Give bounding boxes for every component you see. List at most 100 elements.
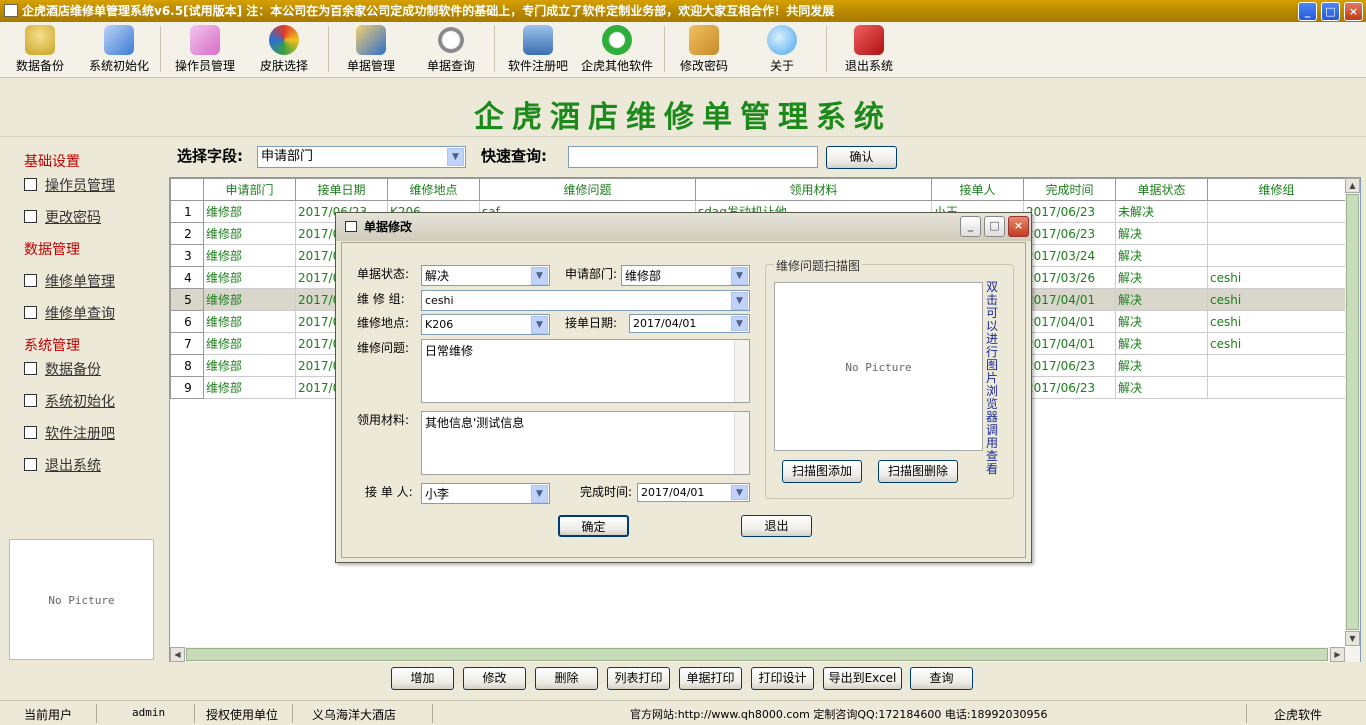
table-cell[interactable]	[1207, 222, 1346, 245]
dialog-exit-button[interactable]: 退出	[741, 515, 812, 537]
table-cell[interactable]: 解决	[1115, 354, 1208, 377]
close-button[interactable]: ×	[1344, 2, 1363, 21]
group-select[interactable]: ceshi ▼	[421, 290, 750, 311]
column-header[interactable]: 领用材料	[695, 178, 932, 201]
column-header[interactable]: 完成时间	[1023, 178, 1116, 201]
table-cell[interactable]: 2017/06/23	[1023, 200, 1116, 223]
table-cell[interactable]: 2017/06/23	[1023, 354, 1116, 377]
toolbar-backup-button[interactable]: 数据备份	[12, 25, 68, 75]
table-cell[interactable]: 解决	[1115, 310, 1208, 333]
print-design-button[interactable]: 打印设计	[751, 667, 814, 690]
toolbar-init-button[interactable]: 系统初始化	[86, 25, 152, 75]
table-cell[interactable]	[1207, 354, 1346, 377]
status-select[interactable]: 解决 ▼	[421, 265, 550, 286]
sidebar-item-backup[interactable]: 数据备份	[24, 359, 101, 379]
table-cell[interactable]: 维修部	[203, 310, 296, 333]
scroll-thumb[interactable]	[1346, 194, 1359, 630]
sidebar-item-exit[interactable]: 退出系统	[24, 455, 101, 475]
table-cell[interactable]: 解决	[1115, 222, 1208, 245]
column-header[interactable]: 接单人	[931, 178, 1024, 201]
scan-add-button[interactable]: 扫描图添加	[782, 460, 862, 483]
table-cell[interactable]: 2017/06/23	[1023, 222, 1116, 245]
table-cell[interactable]: ceshi	[1207, 310, 1346, 333]
location-select[interactable]: K206 ▼	[421, 314, 550, 335]
table-cell[interactable]: 维修部	[203, 266, 296, 289]
dialog-minimize-icon[interactable]: _	[960, 216, 981, 237]
query-button[interactable]: 查询	[910, 667, 973, 690]
table-cell[interactable]: 2017/04/01	[1023, 332, 1116, 355]
textarea-scrollbar[interactable]	[734, 412, 749, 474]
ok-button[interactable]: 确定	[558, 515, 629, 537]
table-cell[interactable]	[1207, 376, 1346, 399]
toolbar-password-button[interactable]: 修改密码	[676, 25, 732, 75]
table-cell[interactable]: 未解决	[1115, 200, 1208, 223]
maximize-button[interactable]: □	[1321, 2, 1340, 21]
dialog-maximize-icon[interactable]: □	[984, 216, 1005, 237]
textarea-scrollbar[interactable]	[734, 340, 749, 402]
table-cell[interactable]	[1207, 244, 1346, 267]
toolbar-other-software-button[interactable]: 企虎其他软件	[578, 25, 656, 75]
material-textarea[interactable]: 其他信息'测试信息	[421, 411, 750, 475]
toolbar-operator-button[interactable]: 操作员管理	[172, 25, 238, 75]
dialog-close-icon[interactable]: ×	[1008, 216, 1029, 237]
table-cell[interactable]: 维修部	[203, 354, 296, 377]
scroll-right-icon[interactable]: ▶	[1330, 647, 1345, 662]
date-picker[interactable]: 2017/04/01 ▼	[629, 314, 750, 333]
delete-button[interactable]: 删除	[535, 667, 598, 690]
list-print-button[interactable]: 列表打印	[607, 667, 670, 690]
table-cell[interactable]: 维修部	[203, 376, 296, 399]
table-cell[interactable]: 2017/06/23	[1023, 376, 1116, 399]
column-header[interactable]: 维修问题	[479, 178, 696, 201]
table-cell[interactable]: ceshi	[1207, 266, 1346, 289]
field-select[interactable]: 申请部门 ▼	[257, 146, 466, 168]
toolbar-register-button[interactable]: 软件注册吧	[504, 25, 572, 75]
scan-delete-button[interactable]: 扫描图删除	[878, 460, 958, 483]
sidebar-item-repair-manage[interactable]: 维修单管理	[24, 271, 115, 291]
confirm-button[interactable]: 确认	[826, 146, 897, 169]
table-cell[interactable]: 维修部	[203, 200, 296, 223]
minimize-button[interactable]: _	[1298, 2, 1317, 21]
table-cell[interactable]	[1207, 200, 1346, 223]
column-header[interactable]: 维修组	[1207, 178, 1346, 201]
toolbar-bills-button[interactable]: 单据管理	[342, 25, 400, 75]
receiver-select[interactable]: 小李 ▼	[421, 483, 550, 504]
table-cell[interactable]: 维修部	[203, 332, 296, 355]
column-header[interactable]: 单据状态	[1115, 178, 1208, 201]
scan-image-preview[interactable]: No Picture	[774, 282, 983, 451]
table-cell[interactable]: ceshi	[1207, 288, 1346, 311]
table-cell[interactable]: 解决	[1115, 266, 1208, 289]
finish-date-picker[interactable]: 2017/04/01 ▼	[637, 483, 750, 502]
column-header[interactable]: 维修地点	[387, 178, 480, 201]
bill-print-button[interactable]: 单据打印	[679, 667, 742, 690]
export-excel-button[interactable]: 导出到Excel	[823, 667, 902, 690]
toolbar-query-button[interactable]: 单据查询	[422, 25, 480, 75]
issue-textarea[interactable]: 日常维修	[421, 339, 750, 403]
sidebar-item-operator[interactable]: 操作员管理	[24, 175, 115, 195]
scroll-thumb[interactable]	[186, 648, 1328, 661]
table-cell[interactable]: 2017/04/01	[1023, 310, 1116, 333]
table-cell[interactable]: 2017/03/26	[1023, 266, 1116, 289]
table-cell[interactable]: 解决	[1115, 376, 1208, 399]
dept-select[interactable]: 维修部 ▼	[621, 265, 750, 286]
table-cell[interactable]: 维修部	[203, 222, 296, 245]
table-cell[interactable]: 维修部	[203, 244, 296, 267]
toolbar-skin-button[interactable]: 皮肤选择	[256, 25, 312, 75]
toolbar-exit-button[interactable]: 退出系统	[840, 25, 898, 75]
scroll-down-icon[interactable]: ▼	[1345, 631, 1360, 646]
column-header[interactable]: 申请部门	[203, 178, 296, 201]
table-cell[interactable]: 解决	[1115, 244, 1208, 267]
toolbar-about-button[interactable]: 关于	[758, 25, 806, 75]
sidebar-item-password[interactable]: 更改密码	[24, 207, 101, 227]
sidebar-item-init[interactable]: 系统初始化	[24, 391, 115, 411]
table-cell[interactable]: 解决	[1115, 332, 1208, 355]
scroll-up-icon[interactable]: ▲	[1345, 178, 1360, 193]
quick-search-input[interactable]	[568, 146, 818, 168]
table-cell[interactable]: 维修部	[203, 288, 296, 311]
table-cell[interactable]: 解决	[1115, 288, 1208, 311]
scroll-left-icon[interactable]: ◀	[170, 647, 185, 662]
grid-horizontal-scrollbar[interactable]: ◀ ▶	[170, 647, 1345, 662]
grid-vertical-scrollbar[interactable]: ▲ ▼	[1345, 178, 1360, 662]
table-cell[interactable]: 2017/03/24	[1023, 244, 1116, 267]
sidebar-item-register[interactable]: 软件注册吧	[24, 423, 115, 443]
edit-button[interactable]: 修改	[463, 667, 526, 690]
